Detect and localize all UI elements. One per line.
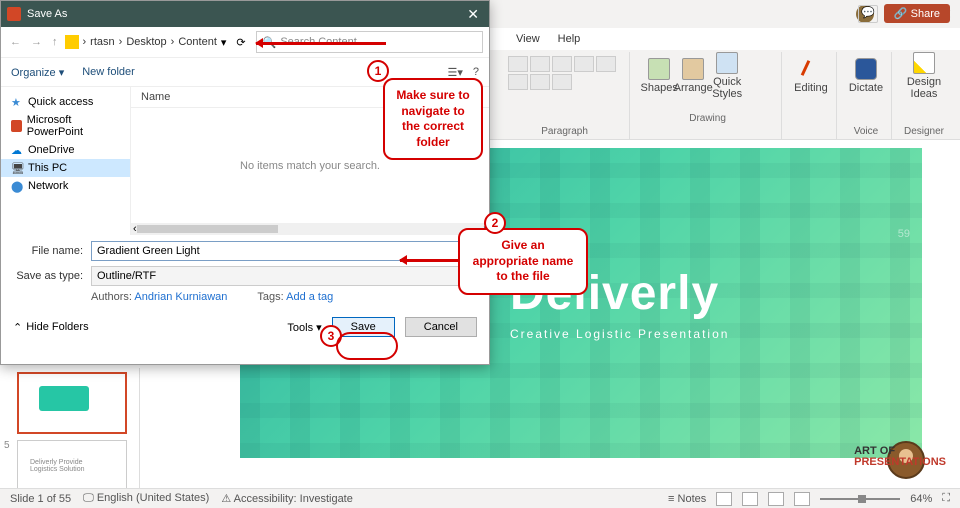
tools-dropdown[interactable]: Tools ▾	[287, 321, 321, 334]
annotation-number-2: 2	[484, 212, 506, 234]
refresh-button[interactable]: ⟳	[236, 36, 245, 49]
dialog-titlebar: Save As ✕	[1, 1, 489, 27]
ribbon-group-designer: Design Ideas Designer	[896, 52, 952, 139]
slide-subtitle[interactable]: Creative Logistic Presentation	[510, 327, 729, 341]
accessibility-status[interactable]: ⚠ Accessibility: Investigate	[221, 492, 353, 505]
normal-view-button[interactable]	[716, 492, 732, 506]
onedrive-item[interactable]: ☁OneDrive	[1, 141, 130, 159]
breadcrumb[interactable]: ›rtasn ›Desktop ›Content	[83, 36, 217, 48]
breadcrumb-dropdown[interactable]: ▾	[221, 36, 227, 49]
pc-icon: 🖥	[11, 162, 23, 174]
comments-button[interactable]: 💬	[858, 5, 878, 23]
quick-styles-button[interactable]: Quick Styles	[710, 52, 744, 100]
align-icon[interactable]	[508, 56, 528, 72]
annotation-number-1: 1	[367, 60, 389, 82]
annotation-arrow-1	[256, 42, 386, 45]
share-button[interactable]: 🔗 Share	[884, 4, 950, 23]
menu-help[interactable]: Help	[558, 33, 581, 45]
fit-window-button[interactable]: ⛶	[942, 492, 950, 505]
shapes-button[interactable]: Shapes	[642, 52, 676, 100]
zoom-level[interactable]: 64%	[910, 493, 932, 505]
star-icon: ★	[11, 96, 23, 108]
scrollbar[interactable]: ‹›	[131, 223, 489, 235]
dialog-title: Save As	[27, 8, 67, 20]
thumbnail-4[interactable]	[4, 372, 135, 434]
type-label: Save as type:	[13, 270, 83, 282]
cloud-icon: ☁	[11, 144, 23, 156]
slide-number: 59	[898, 228, 910, 240]
filename-label: File name:	[13, 245, 83, 257]
slideshow-button[interactable]	[794, 492, 810, 506]
design-ideas-button[interactable]: Design Ideas	[907, 52, 941, 100]
network-item[interactable]: ⬤Network	[1, 177, 130, 195]
annotation-circle-3	[336, 332, 398, 360]
forward-button[interactable]: →	[28, 36, 45, 48]
add-tag-link[interactable]: Add a tag	[286, 291, 333, 303]
view-mode-button[interactable]: ☰▾	[447, 66, 462, 79]
organize-button[interactable]: Organize ▾	[11, 66, 64, 79]
notes-button[interactable]: ≡ Notes	[668, 493, 706, 505]
powerpoint-icon	[7, 7, 21, 21]
ribbon-group-voice: Dictate Voice	[841, 52, 892, 139]
reading-view-button[interactable]	[768, 492, 784, 506]
annotation-arrow-2	[400, 259, 460, 262]
annotation-text-1: Make sure to navigate to the correct fol…	[383, 78, 483, 160]
status-bar: Slide 1 of 55 🖵 English (United States) …	[0, 488, 960, 508]
ribbon-group-editing: Editing	[786, 52, 837, 139]
annotation-text-2: Give an appropriate name to the file	[458, 228, 588, 295]
slide-counter[interactable]: Slide 1 of 55	[10, 493, 71, 505]
slide-thumbnail-panel: 5 6	[0, 368, 140, 488]
filename-input[interactable]	[91, 241, 477, 261]
cancel-button[interactable]: Cancel	[405, 317, 477, 337]
help-button[interactable]: ?	[473, 66, 479, 79]
ppt-icon	[11, 120, 22, 132]
nav-tree: ★Quick access Microsoft PowerPoint ☁OneD…	[1, 87, 131, 235]
thumbnail-5[interactable]: 5	[4, 440, 135, 488]
new-folder-button[interactable]: New folder	[82, 66, 135, 78]
dictate-button[interactable]: Dictate	[849, 52, 883, 100]
quick-access-item[interactable]: ★Quick access	[1, 93, 130, 111]
ribbon-group-paragraph: Paragraph	[500, 52, 630, 139]
sorter-view-button[interactable]	[742, 492, 758, 506]
type-dropdown[interactable]: Outline/RTF	[91, 266, 477, 286]
hide-folders-button[interactable]: ⌃ Hide Folders	[13, 321, 89, 334]
up-button[interactable]: ↑	[49, 36, 61, 48]
drive-icon[interactable]	[65, 35, 79, 49]
back-button[interactable]: ←	[7, 36, 24, 48]
arrange-button[interactable]: Arrange	[676, 52, 710, 100]
powerpoint-item[interactable]: Microsoft PowerPoint	[1, 111, 130, 141]
dialog-footer: ⌃ Hide Folders Tools ▾ Save Cancel	[1, 309, 489, 345]
authors-link[interactable]: Andrian Kurniawan	[134, 291, 227, 303]
dialog-close-button[interactable]: ✕	[463, 6, 483, 23]
this-pc-item[interactable]: 🖥This PC	[1, 159, 130, 177]
watermark-logo: ART OFPRESENTATIONS	[866, 438, 946, 482]
language-status[interactable]: 🖵 English (United States)	[83, 492, 209, 505]
editing-button[interactable]: Editing	[794, 52, 828, 100]
zoom-slider[interactable]	[820, 498, 900, 500]
address-bar: ← → ↑ ›rtasn ›Desktop ›Content ▾ ⟳ 🔍Sear…	[1, 27, 489, 57]
ribbon-group-drawing: Shapes Arrange Quick Styles Drawing	[634, 52, 782, 139]
save-as-dialog: Save As ✕ ← → ↑ ›rtasn ›Desktop ›Content…	[0, 0, 490, 365]
file-fields: File name: Save as type: Outline/RTF Aut…	[1, 235, 489, 309]
network-icon: ⬤	[11, 180, 23, 192]
menu-view[interactable]: View	[516, 33, 540, 45]
